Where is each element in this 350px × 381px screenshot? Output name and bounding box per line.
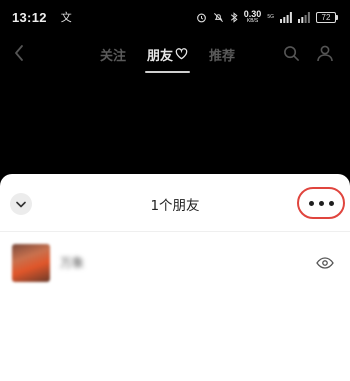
more-dot bbox=[318, 200, 324, 206]
sheet-header: 1个朋友 bbox=[0, 174, 350, 232]
status-bar: 13:12 文 0.30 KB/S 5G 72 bbox=[0, 0, 350, 34]
signal-icon bbox=[280, 11, 292, 23]
network-speed-unit: KB/S bbox=[246, 18, 259, 24]
status-icons: 0.30 KB/S 5G 72 bbox=[196, 10, 338, 24]
more-options-button[interactable] bbox=[297, 187, 345, 219]
top-nav: 关注 朋友 推荐 bbox=[0, 34, 350, 74]
tab-recommend[interactable]: 推荐 bbox=[209, 45, 235, 64]
back-button[interactable] bbox=[6, 38, 32, 68]
friend-name: 万象 bbox=[60, 256, 85, 270]
tab-friends[interactable]: 朋友 bbox=[145, 45, 191, 73]
nav-tabs: 关注 朋友 推荐 bbox=[100, 34, 256, 74]
wifi-icon bbox=[298, 11, 310, 23]
tab-friends-label: 朋友 bbox=[147, 48, 174, 64]
status-app-glyph: 文 bbox=[60, 11, 72, 24]
alarm-icon bbox=[196, 12, 207, 23]
more-dot bbox=[308, 200, 314, 206]
sim-label: 5G bbox=[267, 13, 274, 20]
user-icon bbox=[317, 45, 333, 62]
search-button[interactable] bbox=[279, 41, 303, 65]
bluetooth-icon bbox=[230, 11, 238, 23]
heart-icon bbox=[175, 48, 188, 60]
battery-icon: 72 bbox=[316, 11, 338, 23]
friends-sheet: 1个朋友 万象 bbox=[0, 174, 350, 381]
status-time: 13:12 bbox=[12, 9, 47, 25]
chevron-left-icon bbox=[15, 45, 23, 61]
active-tab-indicator bbox=[145, 70, 191, 73]
mute-icon bbox=[213, 12, 224, 23]
battery-level: 72 bbox=[316, 11, 336, 23]
more-dot bbox=[328, 200, 334, 206]
network-speed: 0.30 KB/S bbox=[244, 10, 262, 24]
avatar[interactable] bbox=[12, 244, 50, 282]
visibility-button[interactable] bbox=[315, 253, 335, 273]
tab-following[interactable]: 关注 bbox=[100, 45, 126, 64]
friend-row[interactable]: 万象 bbox=[0, 238, 350, 288]
profile-button[interactable] bbox=[313, 41, 337, 65]
eye-icon bbox=[316, 257, 334, 269]
search-icon bbox=[283, 45, 299, 61]
